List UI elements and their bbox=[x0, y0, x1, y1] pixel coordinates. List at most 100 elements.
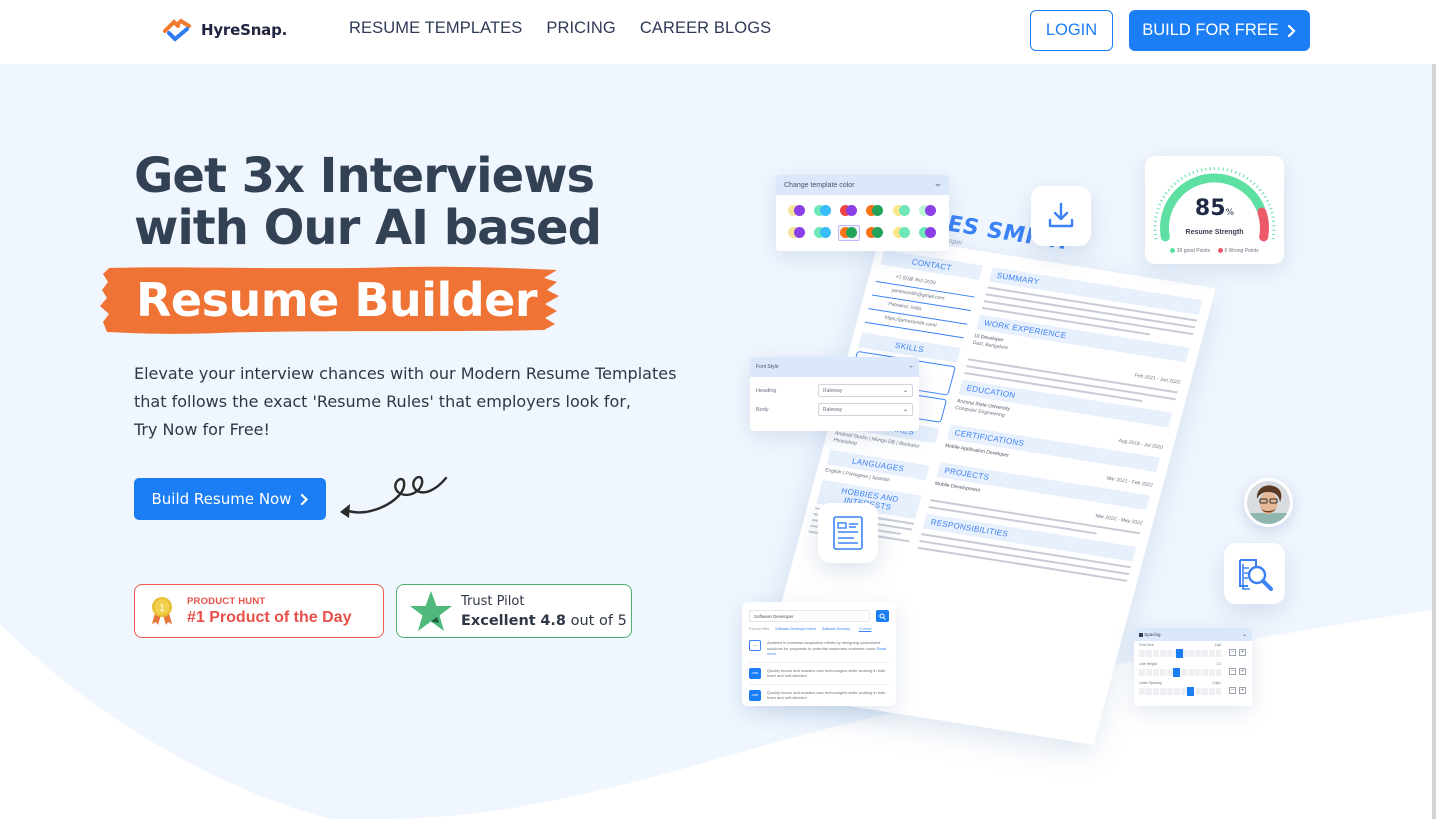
top-navbar: HyreSnap. RESUME TEMPLATES PRICING CAREE… bbox=[0, 0, 1436, 64]
gauge-tick bbox=[1188, 172, 1191, 176]
decrease-button[interactable]: − bbox=[1229, 687, 1236, 694]
gauge-tick bbox=[1252, 182, 1256, 186]
product-hunt-badge[interactable]: 1 PRODUCT HUNT #1 Product of the Day bbox=[134, 584, 384, 638]
hero-highlight-text: Resume Builder bbox=[136, 273, 538, 327]
spacing-slider[interactable] bbox=[1139, 649, 1221, 658]
spacing-slider[interactable] bbox=[1139, 668, 1221, 677]
color-swatch[interactable] bbox=[838, 225, 861, 241]
nav-links: RESUME TEMPLATES PRICING CAREER BLOGS bbox=[349, 19, 771, 38]
chevron-down-icon: ⌄ bbox=[1241, 631, 1247, 638]
page-scrollbar[interactable] bbox=[1432, 0, 1436, 819]
spacing-row: Line Height 1.3 − + bbox=[1134, 660, 1252, 679]
color-swatch[interactable] bbox=[812, 203, 834, 219]
suggestion-text: Assisted in business acquisition efforts… bbox=[767, 640, 889, 657]
gauge-tick bbox=[1164, 192, 1168, 195]
heading-font-select[interactable]: Raleway ⌄ bbox=[818, 384, 913, 397]
medal-icon: 1 bbox=[152, 597, 172, 625]
spacing-header[interactable]: Spacing ⌄ bbox=[1134, 628, 1252, 641]
brand-logo[interactable]: HyreSnap. bbox=[163, 18, 287, 42]
template-color-header[interactable]: Change template color bbox=[776, 175, 949, 195]
curly-arrow-icon bbox=[340, 475, 448, 518]
download-tile[interactable] bbox=[1031, 186, 1091, 246]
increase-button[interactable]: + bbox=[1239, 668, 1246, 675]
color-swatch[interactable] bbox=[864, 225, 886, 241]
suggestion-item[interactable]: ADD Quickly learns and masters new techn… bbox=[749, 685, 889, 706]
suggestion-item[interactable]: ADD Quickly learns and masters new techn… bbox=[749, 663, 889, 685]
gauge-tick bbox=[1258, 188, 1262, 192]
rating-value: 4.8 bbox=[540, 612, 567, 629]
document-tile[interactable] bbox=[818, 503, 878, 563]
strength-unit: % bbox=[1225, 208, 1235, 218]
font-style-row-heading: Heading Raleway ⌄ bbox=[750, 377, 919, 397]
subtitle-line-3: Try Now for Free! bbox=[134, 420, 270, 439]
slider-handle[interactable] bbox=[1173, 668, 1181, 677]
strength-score-wrap: 85% bbox=[1145, 196, 1284, 221]
spacing-value: 1.3 bbox=[1216, 662, 1221, 666]
add-button[interactable]: ADD bbox=[749, 689, 761, 701]
template-color-card: Change template color bbox=[776, 175, 949, 251]
spacing-row: Font Size 11pt − + bbox=[1134, 641, 1252, 660]
job-title-search-input[interactable]: Software Developer bbox=[749, 610, 870, 622]
suggestion-item[interactable]: — Assisted in business acquisition effor… bbox=[749, 638, 889, 663]
slider-handle[interactable] bbox=[1175, 649, 1183, 658]
hero-subtitle: Elevate your interview chances with our … bbox=[134, 360, 676, 444]
color-swatch[interactable] bbox=[838, 203, 860, 219]
user-avatar[interactable] bbox=[1244, 478, 1293, 527]
heading-font-label: Heading bbox=[756, 387, 777, 394]
spacing-rows: Font Size 11pt − + Line Height 1.3− + Letter Sp… bbox=[1134, 641, 1252, 698]
suggestion-text-body: Assisted in business acquisition efforts… bbox=[767, 640, 881, 651]
add-button[interactable]: ADD bbox=[749, 667, 761, 679]
nav-link-pricing[interactable]: PRICING bbox=[546, 19, 615, 38]
spacing-row: Letter Spacing 0.5px − + bbox=[1134, 679, 1252, 698]
build-for-free-button[interactable]: BUILD FOR FREE bbox=[1129, 10, 1310, 51]
nav-link-resume-templates[interactable]: RESUME TEMPLATES bbox=[349, 19, 522, 38]
spacing-label: Line Height bbox=[1139, 662, 1157, 666]
star-icon bbox=[410, 591, 452, 631]
build-resume-now-button[interactable]: Build Resume Now bbox=[134, 478, 326, 520]
build-resume-now-label: Build Resume Now bbox=[151, 490, 292, 508]
increase-button[interactable]: + bbox=[1239, 687, 1246, 694]
spacing-label: Font Size bbox=[1139, 643, 1154, 647]
color-swatch[interactable] bbox=[864, 203, 886, 219]
gauge-tick bbox=[1180, 176, 1183, 180]
suggestion-chip[interactable]: Software Develop... bbox=[822, 627, 853, 631]
color-swatch[interactable] bbox=[891, 225, 913, 241]
caret-down-icon bbox=[909, 366, 913, 368]
search-button[interactable] bbox=[876, 610, 889, 622]
more-suggestions-link[interactable]: +2 more bbox=[858, 627, 871, 631]
resume-strength-card: 85% Resume Strength 39 good Points 6 Wro… bbox=[1145, 156, 1284, 264]
gauge-tick bbox=[1255, 185, 1259, 189]
product-hunt-label: PRODUCT HUNT bbox=[187, 595, 266, 607]
color-swatch[interactable] bbox=[786, 225, 808, 241]
color-swatch[interactable] bbox=[891, 203, 913, 219]
wrong-points-text: 6 Wrong Points bbox=[1224, 248, 1259, 254]
chevron-down-icon: ⌄ bbox=[902, 387, 908, 394]
search-suggestions-card: Software Developer Popular titles Softwa… bbox=[742, 602, 896, 706]
increase-button[interactable]: + bbox=[1239, 649, 1246, 656]
avatar-photo bbox=[1247, 481, 1290, 524]
body-font-select[interactable]: Raleway ⌄ bbox=[818, 403, 913, 416]
gauge-tick bbox=[1249, 179, 1253, 183]
decrease-button[interactable]: − bbox=[1229, 649, 1236, 656]
strength-legend: 39 good Points 6 Wrong Points bbox=[1145, 248, 1284, 254]
spacing-icon bbox=[1139, 632, 1143, 637]
trust-pilot-badge[interactable]: Trust Pilot Excellent 4.8 out of 5 bbox=[396, 584, 632, 638]
color-swatch[interactable] bbox=[786, 203, 808, 219]
subtitle-line-2: that follows the exact 'Resume Rules' th… bbox=[134, 392, 631, 411]
login-button[interactable]: LOGIN bbox=[1030, 10, 1113, 51]
spacing-slider[interactable] bbox=[1139, 687, 1221, 696]
decrease-button[interactable]: − bbox=[1229, 668, 1236, 675]
spacing-title-wrap: Spacing bbox=[1139, 632, 1161, 637]
spacing-label: Letter Spacing bbox=[1139, 681, 1162, 685]
nav-link-career-blogs[interactable]: CAREER BLOGS bbox=[640, 19, 771, 38]
slider-handle[interactable] bbox=[1186, 687, 1194, 696]
color-swatch[interactable] bbox=[917, 225, 939, 241]
search-document-tile[interactable] bbox=[1224, 543, 1285, 604]
spacing-value: 0.5px bbox=[1212, 681, 1221, 685]
suggestion-chip[interactable]: Software Developer Intern bbox=[775, 627, 816, 631]
rating-word: Excellent bbox=[461, 612, 536, 629]
color-swatch[interactable] bbox=[917, 203, 939, 219]
font-style-header[interactable]: Font Style bbox=[750, 357, 919, 377]
spacing-card: Spacing ⌄ Font Size 11pt − + Line Height 1.3 −… bbox=[1134, 628, 1252, 706]
color-swatch[interactable] bbox=[812, 225, 834, 241]
